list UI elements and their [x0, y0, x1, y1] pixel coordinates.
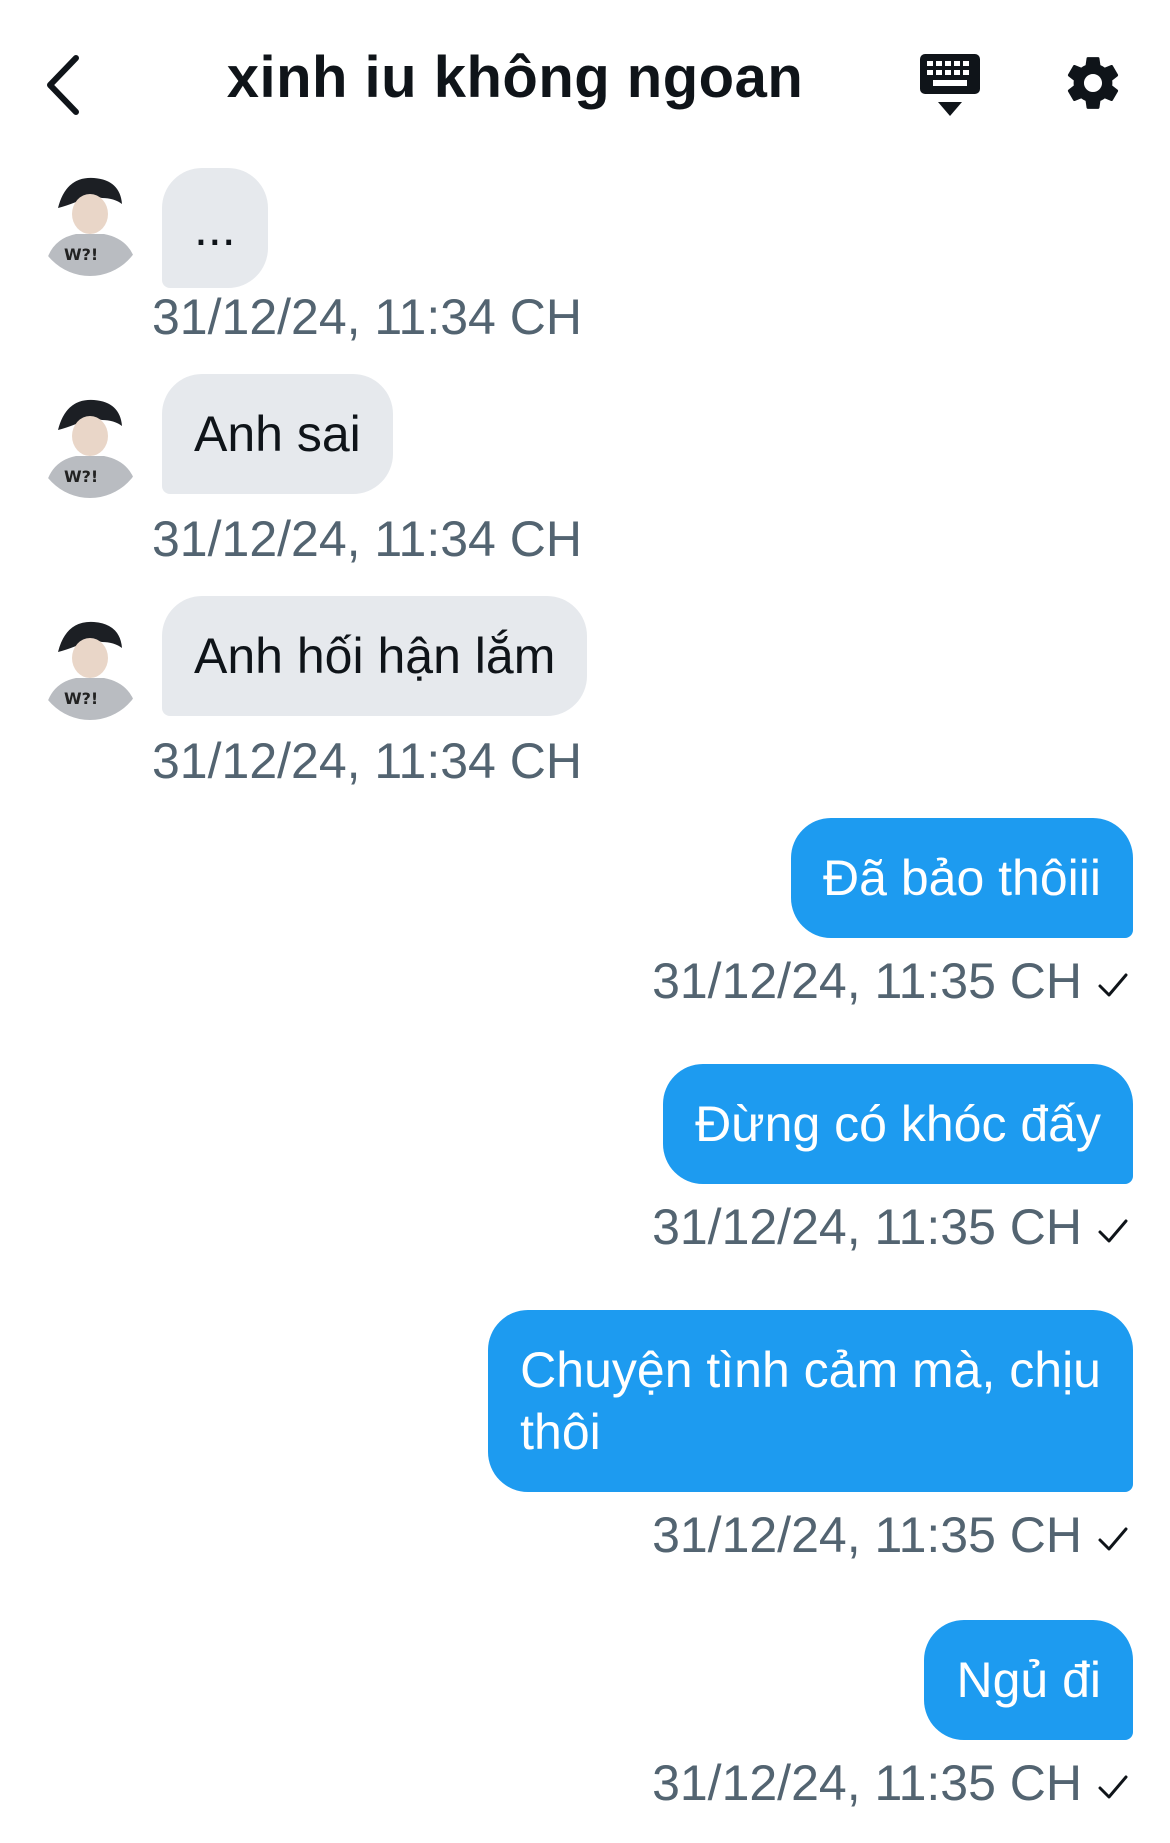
timestamp-text: 31/12/24, 11:35 CH — [652, 1755, 1082, 1811]
message-bubble[interactable]: Đã bảo thôiii — [791, 818, 1133, 938]
message-timestamp: 31/12/24, 11:35 CH — [652, 1198, 1130, 1256]
message-bubble[interactable]: Anh hối hận lắm — [162, 596, 588, 716]
message-list[interactable]: W?! ... 31/12/24, 11:34 CH W?! Anh sai 3… — [0, 0, 1170, 1843]
svg-text:W?!: W?! — [64, 467, 98, 486]
message-timestamp: 31/12/24, 11:35 CH — [652, 952, 1130, 1010]
checkmark-icon — [1098, 1527, 1128, 1551]
timestamp-text: 31/12/24, 11:35 CH — [652, 1199, 1082, 1255]
message-timestamp: 31/12/24, 11:35 CH — [652, 1754, 1130, 1812]
checkmark-icon — [1098, 973, 1128, 997]
svg-text:W?!: W?! — [64, 689, 98, 708]
message-timestamp: 31/12/24, 11:34 CH — [152, 289, 582, 345]
message-timestamp: 31/12/24, 11:34 CH — [152, 733, 582, 789]
avatar[interactable]: W?! — [36, 168, 144, 276]
message-timestamp: 31/12/24, 11:35 CH — [652, 1506, 1130, 1564]
timestamp-text: 31/12/24, 11:35 CH — [652, 953, 1082, 1009]
message-bubble[interactable]: ... — [162, 168, 268, 288]
checkmark-icon — [1098, 1775, 1128, 1799]
timestamp-text: 31/12/24, 11:35 CH — [652, 1507, 1082, 1563]
checkmark-icon — [1098, 1219, 1128, 1243]
message-bubble[interactable]: Ngủ đi — [924, 1620, 1133, 1740]
message-bubble[interactable]: Chuyện tình cảm mà, chịu thôi — [488, 1310, 1133, 1492]
avatar[interactable]: W?! — [36, 390, 144, 498]
svg-text:W?!: W?! — [64, 245, 98, 264]
message-timestamp: 31/12/24, 11:34 CH — [152, 511, 582, 567]
message-bubble[interactable]: Anh sai — [162, 374, 393, 494]
avatar[interactable]: W?! — [36, 612, 144, 720]
message-bubble[interactable]: Đừng có khóc đấy — [663, 1064, 1133, 1184]
